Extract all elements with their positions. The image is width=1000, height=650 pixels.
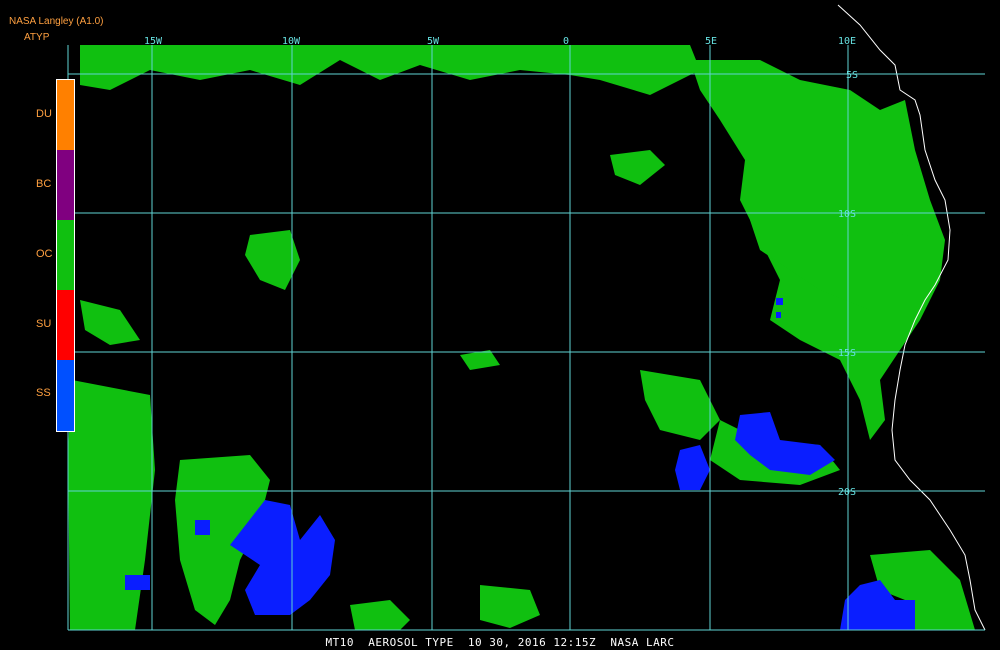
lon-label-15w: 15W [144,36,163,47]
legend-swatch-su [57,290,74,360]
lon-label-5e: 5E [705,36,717,47]
legend-swatch-ss [57,360,74,431]
lat-label-20s: 20S [838,487,856,498]
legend-label-bc: BC [36,178,52,190]
map-footer-caption: MT10 AEROSOL TYPE 10 30, 2016 12:15Z NAS… [325,636,675,649]
legend-label-ss: SS [36,387,51,399]
aerosol-type-legend [56,79,75,432]
lon-label-10e: 10E [838,36,856,47]
legend-label-su: SU [36,318,52,330]
legend-label-oc: OC [36,248,53,260]
legend-swatch-oc [57,220,74,290]
lon-label-5w: 5W [427,36,440,47]
lat-label-5s: 5S [846,70,858,81]
legend-swatch-du [57,80,74,150]
legend-label-du: DU [36,108,52,120]
lon-label-0: 0 [563,36,569,47]
lat-label-10s: 10S [838,209,856,220]
legend-swatch-bc [57,150,74,220]
lon-label-10w: 10W [282,36,301,47]
lat-label-15s: 15S [838,348,856,359]
oc-coverage [68,45,975,630]
aerosol-type-map: 15W 10W 5W 0 5E 10E 5S 10S 15S 20S [67,4,986,631]
